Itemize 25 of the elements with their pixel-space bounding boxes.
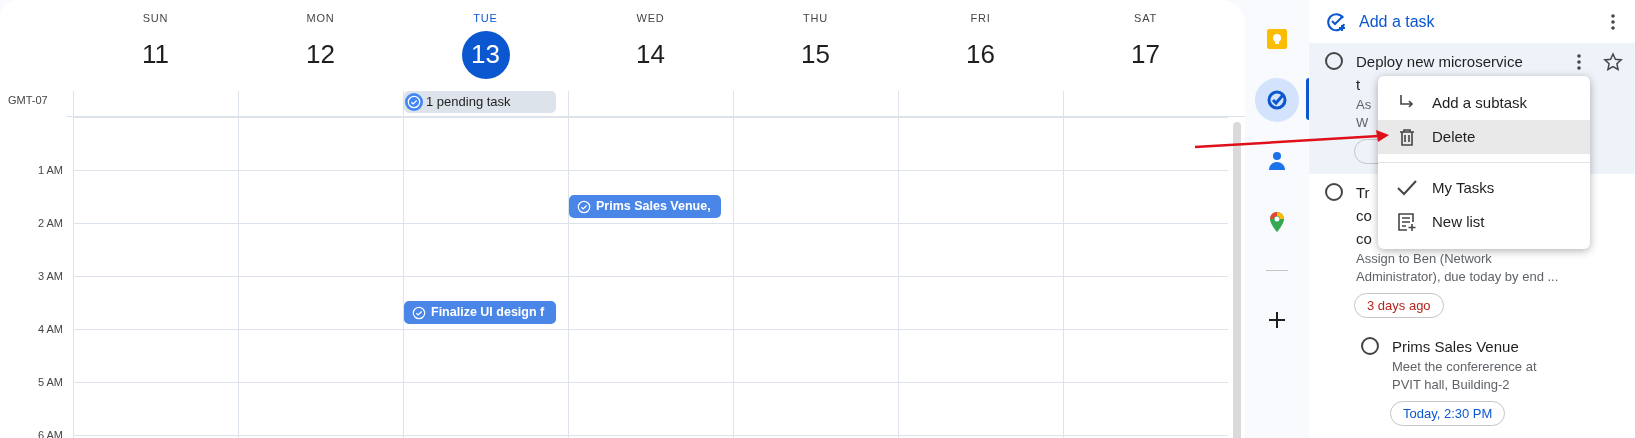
time-label: 3 AM	[37, 269, 63, 284]
time-label: 1 AM	[37, 163, 63, 178]
task-title: t	[1356, 75, 1361, 95]
timezone-label: GMT-07	[8, 93, 48, 108]
time-label: 2 AM	[37, 216, 63, 231]
task-title: Tr	[1356, 183, 1370, 203]
weekday-label: WED	[636, 11, 665, 26]
task-details: W	[1356, 114, 1369, 132]
time-label: 4 AM	[37, 322, 63, 337]
task-title: co	[1356, 206, 1372, 226]
time-label: 5 AM	[37, 375, 63, 390]
weekday-label: THU	[803, 11, 828, 26]
weekday-label: MON	[306, 11, 335, 26]
task-details: Assign to Ben (Network	[1356, 250, 1492, 268]
task-details: Meet the confererence at	[1392, 358, 1537, 376]
weekday-label: FRI	[970, 11, 991, 26]
task-title: Prims Sales Venue	[1392, 337, 1519, 357]
weekday-label: SAT	[1134, 11, 1157, 26]
task-details: PVIT hall, Building-2	[1392, 376, 1510, 394]
task-title: Deploy new microservice	[1356, 52, 1523, 72]
weekday-label: SUN	[142, 11, 169, 26]
task-title: co	[1356, 229, 1372, 249]
task-details: As	[1356, 96, 1372, 114]
weekday-label: TUE	[473, 11, 498, 26]
task-details: Administrator), due today by end ...	[1356, 268, 1559, 286]
